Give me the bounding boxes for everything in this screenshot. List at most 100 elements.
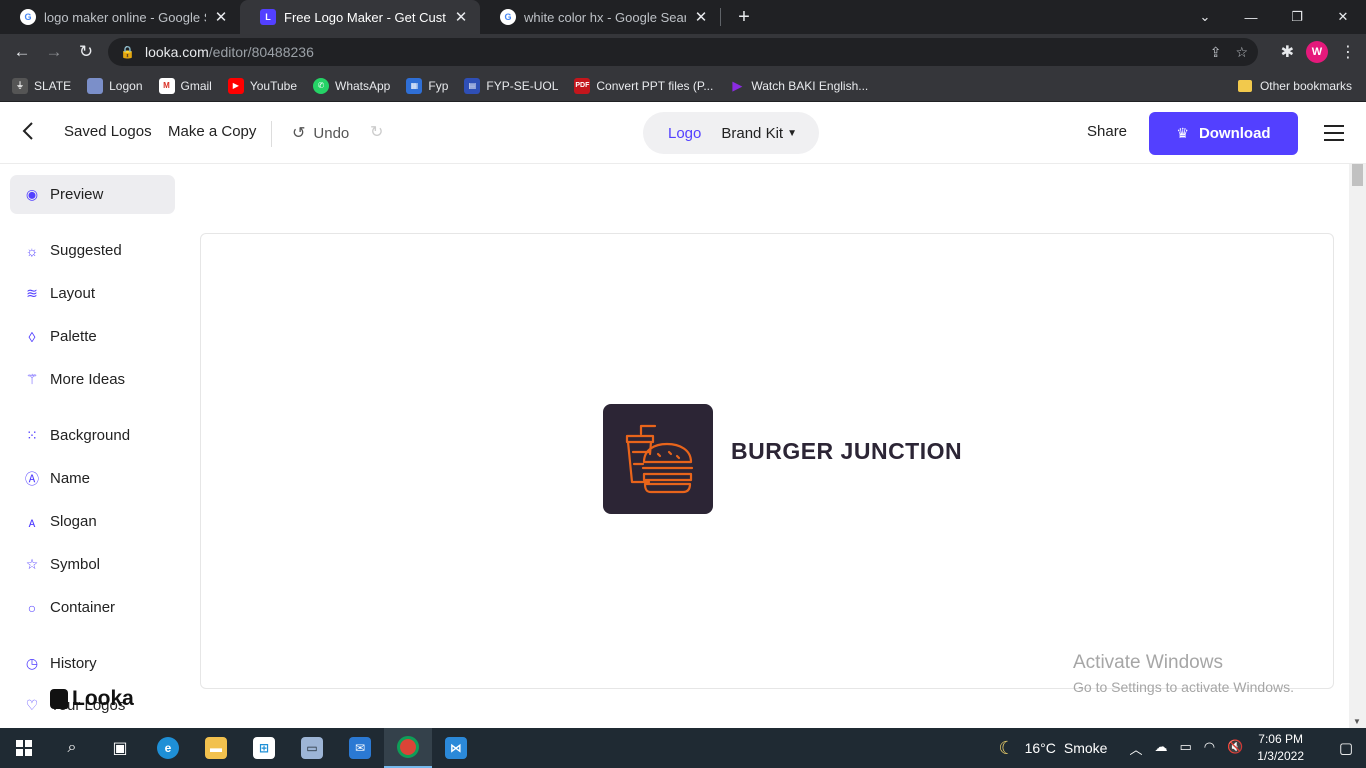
volume-mute-icon[interactable]: 🔇 [1227, 739, 1243, 758]
url-field[interactable]: 🔒 looka.com/editor/80488236 ⇪ ☆ [108, 38, 1258, 66]
logo-preview-canvas: BURGER JUNCTION [200, 233, 1334, 689]
clock-date: 1/3/2022 [1257, 749, 1304, 763]
sidebar-item-label: Container [50, 599, 116, 616]
looka-icon: L [260, 9, 276, 25]
notification-icon[interactable]: ▢ [1326, 739, 1366, 757]
browser-tab-active[interactable]: L Free Logo Maker - Get Custom Lo ✕ [240, 0, 480, 34]
bookmark-item[interactable]: Logon [87, 77, 143, 94]
bookmark-item[interactable]: ✆ WhatsApp [313, 77, 390, 94]
undo-label: Undo [313, 124, 350, 142]
sidebar-item-symbol[interactable]: ☆ Symbol [10, 545, 175, 584]
share-button[interactable]: Share [1087, 123, 1127, 140]
bookmark-item[interactable]: ▶ YouTube [227, 77, 297, 94]
temperature: 16°C [1024, 740, 1056, 756]
sidebar-item-more-ideas[interactable]: ⚚ More Ideas [10, 360, 175, 399]
new-tab-button[interactable]: + [729, 0, 759, 34]
bookmark-item[interactable]: M Gmail [158, 77, 212, 94]
sidebar-item-name[interactable]: Ⓐ Name [10, 459, 175, 498]
sidebar-item-layout[interactable]: ≋ Layout [10, 274, 175, 313]
task-view-icon[interactable]: ▣ [96, 728, 144, 768]
sidebar-item-container[interactable]: ○ Container [10, 588, 175, 627]
tab-title: logo maker online - Google Search [44, 9, 206, 25]
search-icon[interactable]: ⌕ [48, 728, 96, 768]
close-tab-icon[interactable]: ✕ [692, 8, 710, 26]
chevron-down-icon[interactable]: ▼ [787, 128, 797, 139]
back-chevron-icon[interactable] [22, 121, 42, 145]
chevron-up-icon[interactable]: ︿ [1129, 739, 1142, 758]
restore-button[interactable]: ❐ [1274, 0, 1320, 34]
browser-tab[interactable]: G logo maker online - Google Search ✕ [0, 0, 240, 34]
sidebar-item-slogan[interactable]: ᴀ Slogan [10, 502, 175, 541]
other-bookmarks[interactable]: Other bookmarks [1237, 70, 1352, 102]
bookmark-item[interactable]: ▦ Fyp [406, 77, 448, 94]
reload-icon[interactable]: ↻ [70, 36, 102, 68]
moon-cloud-icon: ☾ [998, 737, 1015, 758]
minimize-button[interactable]: — [1228, 0, 1274, 34]
make-copy-button[interactable]: Make a Copy [168, 123, 256, 140]
bookmark-item[interactable]: PDF Convert PPT files (P... [574, 77, 713, 94]
play-icon: ▶ [732, 77, 743, 93]
system-clock[interactable]: 7:06 PM 1/3/2022 [1257, 731, 1304, 765]
page-scrollbar[interactable]: ▼ [1349, 164, 1366, 728]
browser-tab[interactable]: G white color hx - Google Search ✕ [480, 0, 720, 34]
star-icon: ☆ [25, 556, 39, 572]
forward-arrow-icon[interactable]: → [38, 36, 70, 68]
file-explorer-icon[interactable]: ▬ [192, 728, 240, 768]
edge-icon[interactable]: e [144, 728, 192, 768]
bookmark-item[interactable]: ▶ Watch BAKI English... [729, 78, 868, 94]
back-arrow-icon[interactable]: ← [6, 36, 38, 68]
chrome-icon[interactable] [384, 728, 432, 768]
extensions-icon[interactable]: ✱ [1281, 42, 1294, 62]
scroll-down-arrow-icon[interactable]: ▼ [1353, 717, 1361, 726]
bookmark-item[interactable]: ▤ FYP-SE-UOL [464, 77, 558, 94]
sidebar-item-suggested[interactable]: ☼ Suggested [10, 231, 175, 270]
lock-icon: 🔒 [120, 45, 135, 59]
onedrive-icon[interactable]: ☁ [1154, 739, 1167, 758]
vscode-icon[interactable]: ⋈ [432, 728, 480, 768]
undo-button[interactable]: ↺ Undo [292, 123, 349, 143]
store-icon[interactable]: ⊞ [240, 728, 288, 768]
url-path: /editor/80488236 [208, 44, 314, 60]
sidebar-item-history[interactable]: ◷ History [10, 644, 175, 683]
pdf-icon: PDF [574, 77, 591, 94]
profile-avatar[interactable]: W [1306, 41, 1328, 63]
eye-icon: ◉ [25, 186, 39, 202]
windows-start-icon[interactable] [0, 728, 48, 768]
weather-widget[interactable]: ☾ 16°C Smoke [998, 738, 1107, 759]
bookmark-star-icon[interactable]: ☆ [1235, 44, 1248, 61]
clock-time: 7:06 PM [1258, 732, 1303, 746]
browser-menu-icon[interactable]: ⋮ [1340, 42, 1356, 62]
logo-container[interactable] [603, 404, 713, 514]
other-bookmarks-label: Other bookmarks [1259, 79, 1352, 93]
tab-brand-kit[interactable]: Brand Kit [721, 125, 783, 142]
close-tab-icon[interactable]: ✕ [212, 8, 230, 26]
close-tab-icon[interactable]: ✕ [452, 8, 470, 26]
sidebar-item-label: Palette [50, 328, 97, 345]
tab-search-icon[interactable]: ⌄ [1182, 0, 1228, 34]
remote-desktop-icon[interactable]: ▭ [288, 728, 336, 768]
sidebar-item-palette[interactable]: ◊ Palette [10, 317, 175, 356]
scrollbar-thumb[interactable] [1352, 164, 1363, 186]
bookmark-item[interactable]: ⏚ SLATE [12, 77, 71, 94]
watermark-subtitle: Go to Settings to activate Windows. [1073, 679, 1294, 695]
watermark-title: Activate Windows [1073, 652, 1223, 673]
saved-logos-button[interactable]: Saved Logos [64, 123, 152, 140]
logo-name-text[interactable]: BURGER JUNCTION [731, 438, 962, 465]
sidebar-item-preview[interactable]: ◉ Preview [10, 175, 175, 214]
share-page-icon[interactable]: ⇪ [1210, 44, 1222, 61]
logo-brandkit-toggle: Logo Brand Kit ▼ [643, 112, 819, 154]
window-controls: ⌄ — ❐ ✕ [1182, 0, 1366, 34]
redo-icon[interactable]: ↻ [370, 122, 383, 142]
mail-icon[interactable]: ✉ [336, 728, 384, 768]
bookmark-label: Gmail [180, 78, 212, 93]
wifi-icon[interactable]: ◠ [1204, 739, 1215, 758]
battery-icon[interactable]: ▭ [1179, 739, 1191, 758]
download-button[interactable]: ♛ Download [1149, 112, 1298, 155]
sidebar-item-background[interactable]: ⁙ Background [10, 416, 175, 455]
google-icon: G [500, 9, 516, 25]
windows-taskbar: ⌕ ▣ e ▬ ⊞ ▭ ✉ ⋈ ☾ 16°C Smoke ︿ ☁ ▭ ◠ 🔇 7… [0, 728, 1366, 768]
tab-logo[interactable]: Logo [668, 125, 701, 142]
slate-icon: ⏚ [12, 77, 28, 94]
close-window-button[interactable]: ✕ [1320, 0, 1366, 34]
hamburger-menu-icon[interactable] [1324, 125, 1344, 141]
